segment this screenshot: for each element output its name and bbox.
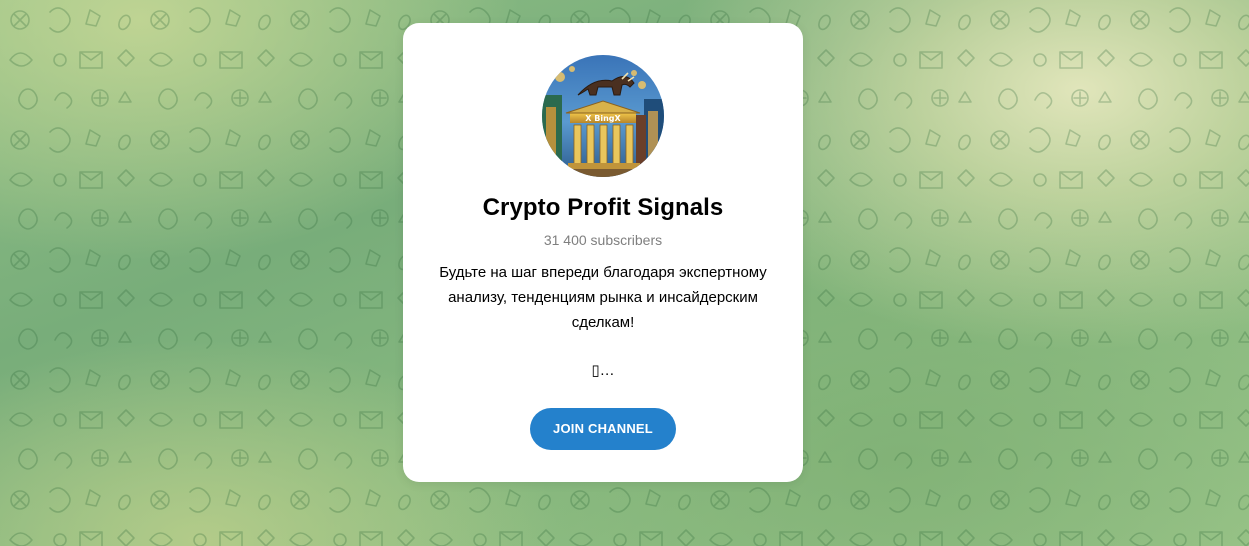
- join-channel-button[interactable]: JOIN CHANNEL: [530, 408, 676, 450]
- channel-avatar: X BingX: [542, 55, 664, 177]
- description-truncated: ▯…: [591, 362, 615, 379]
- channel-description: Будьте на шаг впереди благодаря экспертн…: [439, 264, 767, 331]
- avatar-logo-text: X BingX: [585, 114, 621, 123]
- channel-avatar-image: X BingX: [542, 55, 664, 177]
- subscriber-count: 31 400 subscribers: [543, 232, 663, 248]
- channel-title: Crypto Profit Signals: [482, 194, 724, 221]
- channel-card: X BingX Crypto Profit Signals 31 400 sub…: [403, 23, 803, 482]
